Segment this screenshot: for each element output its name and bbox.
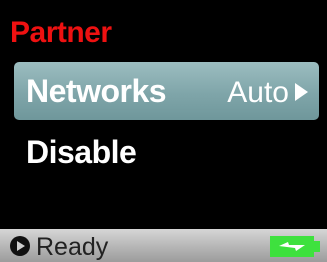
menu-item-label: Disable <box>26 134 137 170</box>
menu-item-value: Auto <box>227 76 289 109</box>
menu-item-label: Networks <box>26 73 167 109</box>
status-bar: Ready <box>0 229 327 262</box>
menu-item-networks[interactable]: Networks Auto <box>14 62 319 120</box>
device-screen: Partner Networks Auto Disable Ready <box>0 0 327 262</box>
menu-item-disable[interactable]: Disable <box>14 123 319 181</box>
chevron-right-icon <box>295 83 308 101</box>
play-circle-icon <box>10 236 30 256</box>
status-text: Ready <box>36 233 109 261</box>
battery-charging-icon <box>270 236 320 257</box>
menu-title: Partner <box>10 16 112 49</box>
